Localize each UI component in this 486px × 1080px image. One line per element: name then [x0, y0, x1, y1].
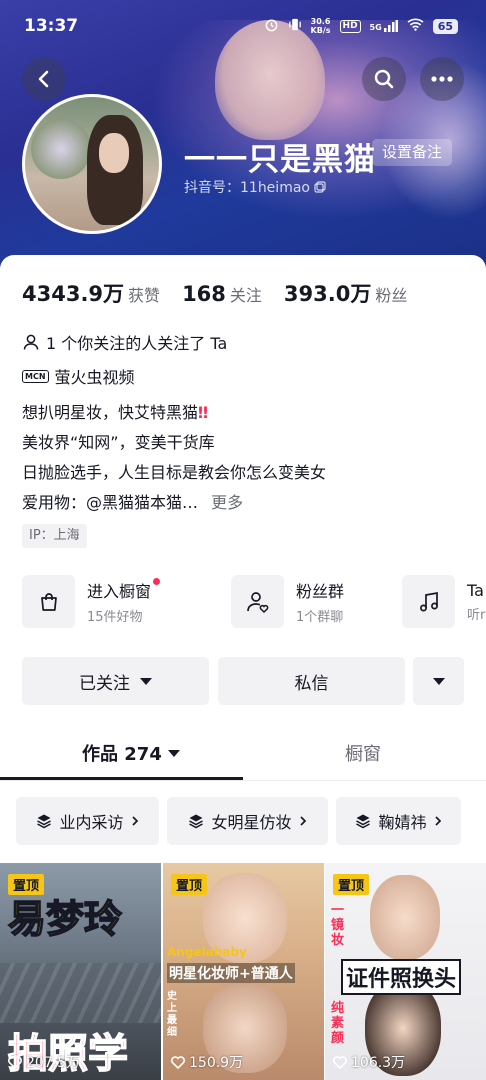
- set-remark-button[interactable]: 设置备注: [372, 139, 453, 166]
- profile-page: 13:37 30.6 KB/s HD 5G 65 一一只是黑猫 设置备注 抖音号…: [0, 0, 486, 1080]
- mcn-info[interactable]: MCN 萤火虫视频: [22, 364, 135, 388]
- stat-followers[interactable]: 393.0万 粉丝: [284, 278, 407, 308]
- person-icon: [23, 334, 39, 350]
- video-caption: 证件照换头: [341, 959, 462, 995]
- collection-chip[interactable]: 女明星仿妆: [167, 797, 328, 845]
- video-side-bottom: 纯素颜: [331, 1001, 345, 1046]
- double-exclamation-icon: ‼: [198, 403, 209, 422]
- video-caption: 明星化妆师+普通人: [167, 963, 295, 983]
- back-arrow-icon: [38, 70, 49, 88]
- bio-line-4: 爱用物：@黑猫猫本猫… 更多: [22, 493, 244, 512]
- alarm-icon: [264, 17, 279, 35]
- more-dots-icon: [431, 76, 453, 82]
- video-likes: 150.9万: [171, 1052, 243, 1072]
- caret-down-icon: [432, 677, 445, 685]
- pinned-badge: 置顶: [171, 874, 208, 895]
- shop-window-entry[interactable]: 进入橱窗 15件好物: [22, 575, 161, 628]
- profile-stats: 4343.9万 获赞 168 关注 393.0万 粉丝: [22, 278, 429, 308]
- music-entry[interactable]: Ta 听r: [402, 575, 485, 628]
- collection-chip[interactable]: 业内采访: [16, 797, 159, 845]
- video-likes: 106.3万: [333, 1052, 405, 1072]
- vibrate-icon: [288, 17, 302, 35]
- bio-line-2: 美妆界“知网”，变美干货库: [22, 433, 215, 452]
- pinned-badge: 置顶: [333, 874, 370, 895]
- net-speed: 30.6 KB/s: [310, 17, 331, 35]
- bio-line-3: 日抛脸选手，人生目标是教会你怎么变美女: [22, 463, 327, 482]
- notification-dot: [153, 578, 161, 585]
- heart-icon: [171, 1055, 185, 1069]
- video-thumbnail[interactable]: Angelababy 明星化妆师+普通人 史上最细 置顶 150.9万: [163, 863, 324, 1080]
- bio-line-1: 想扒明星妆，快艾特黑猫‼: [22, 403, 209, 422]
- caret-down-icon: [140, 677, 152, 685]
- caret-down-icon: [167, 749, 180, 757]
- layers-icon: [356, 814, 371, 829]
- fan-group-icon: [246, 591, 268, 613]
- more-actions-button[interactable]: [413, 657, 464, 705]
- shopping-bag-icon: [40, 592, 57, 611]
- douyin-id[interactable]: 抖音号：11heimao: [184, 177, 326, 197]
- video-thumbnail[interactable]: 易梦玲 拍照学 置顶 207.5万: [0, 863, 161, 1080]
- signal-icon: 5G: [370, 20, 398, 32]
- mutual-follow-info[interactable]: 1 个你关注的人关注了 Ta: [22, 330, 227, 354]
- bio-more-link[interactable]: 更多: [211, 493, 243, 512]
- video-likes: 207.5万: [8, 1052, 80, 1072]
- profile-name: 一一只是黑猫: [184, 142, 376, 178]
- copy-icon[interactable]: [314, 181, 326, 193]
- fan-group-entry[interactable]: 粉丝群 1个群聊: [231, 575, 344, 628]
- layers-icon: [37, 814, 52, 829]
- video-caption-en: Angelababy: [167, 945, 247, 959]
- chevron-right-icon: [131, 816, 138, 826]
- message-button[interactable]: 私信: [218, 657, 405, 705]
- status-bar: 13:37 30.6 KB/s HD 5G 65: [0, 0, 486, 52]
- video-title-top: 易梦玲: [7, 896, 123, 942]
- hd-badge: HD: [339, 19, 361, 33]
- more-options-button[interactable]: [420, 57, 464, 101]
- video-side-label: 史上最细: [167, 991, 177, 1038]
- video-side-top: 一镜妆: [331, 903, 345, 948]
- tab-works[interactable]: 作品 274: [82, 740, 180, 766]
- ip-location-tag: IP：上海: [22, 524, 87, 548]
- heart-icon: [333, 1055, 347, 1069]
- wifi-icon: [407, 18, 424, 34]
- stat-following[interactable]: 168 关注: [182, 282, 262, 306]
- music-note-icon: [419, 591, 438, 611]
- stat-likes[interactable]: 4343.9万 获赞: [22, 278, 160, 308]
- status-time: 13:37: [24, 16, 79, 36]
- search-button[interactable]: [362, 57, 406, 101]
- layers-icon: [189, 814, 204, 829]
- back-button[interactable]: [22, 57, 66, 101]
- collection-chip[interactable]: 鞠婧祎: [336, 797, 461, 845]
- chevron-right-icon: [434, 816, 441, 826]
- video-thumbnail[interactable]: 一镜妆 证件照换头 纯素颜 置顶 106.3万: [325, 863, 486, 1080]
- pinned-badge: 置顶: [8, 874, 45, 895]
- avatar[interactable]: [22, 94, 162, 234]
- chevron-right-icon: [299, 816, 306, 826]
- followed-button[interactable]: 已关注: [22, 657, 209, 705]
- search-icon: [374, 69, 394, 89]
- heart-icon: [8, 1055, 22, 1069]
- mcn-icon: MCN: [22, 369, 49, 383]
- battery-indicator: 65: [432, 18, 458, 34]
- tab-shop-window[interactable]: 橱窗: [345, 740, 381, 766]
